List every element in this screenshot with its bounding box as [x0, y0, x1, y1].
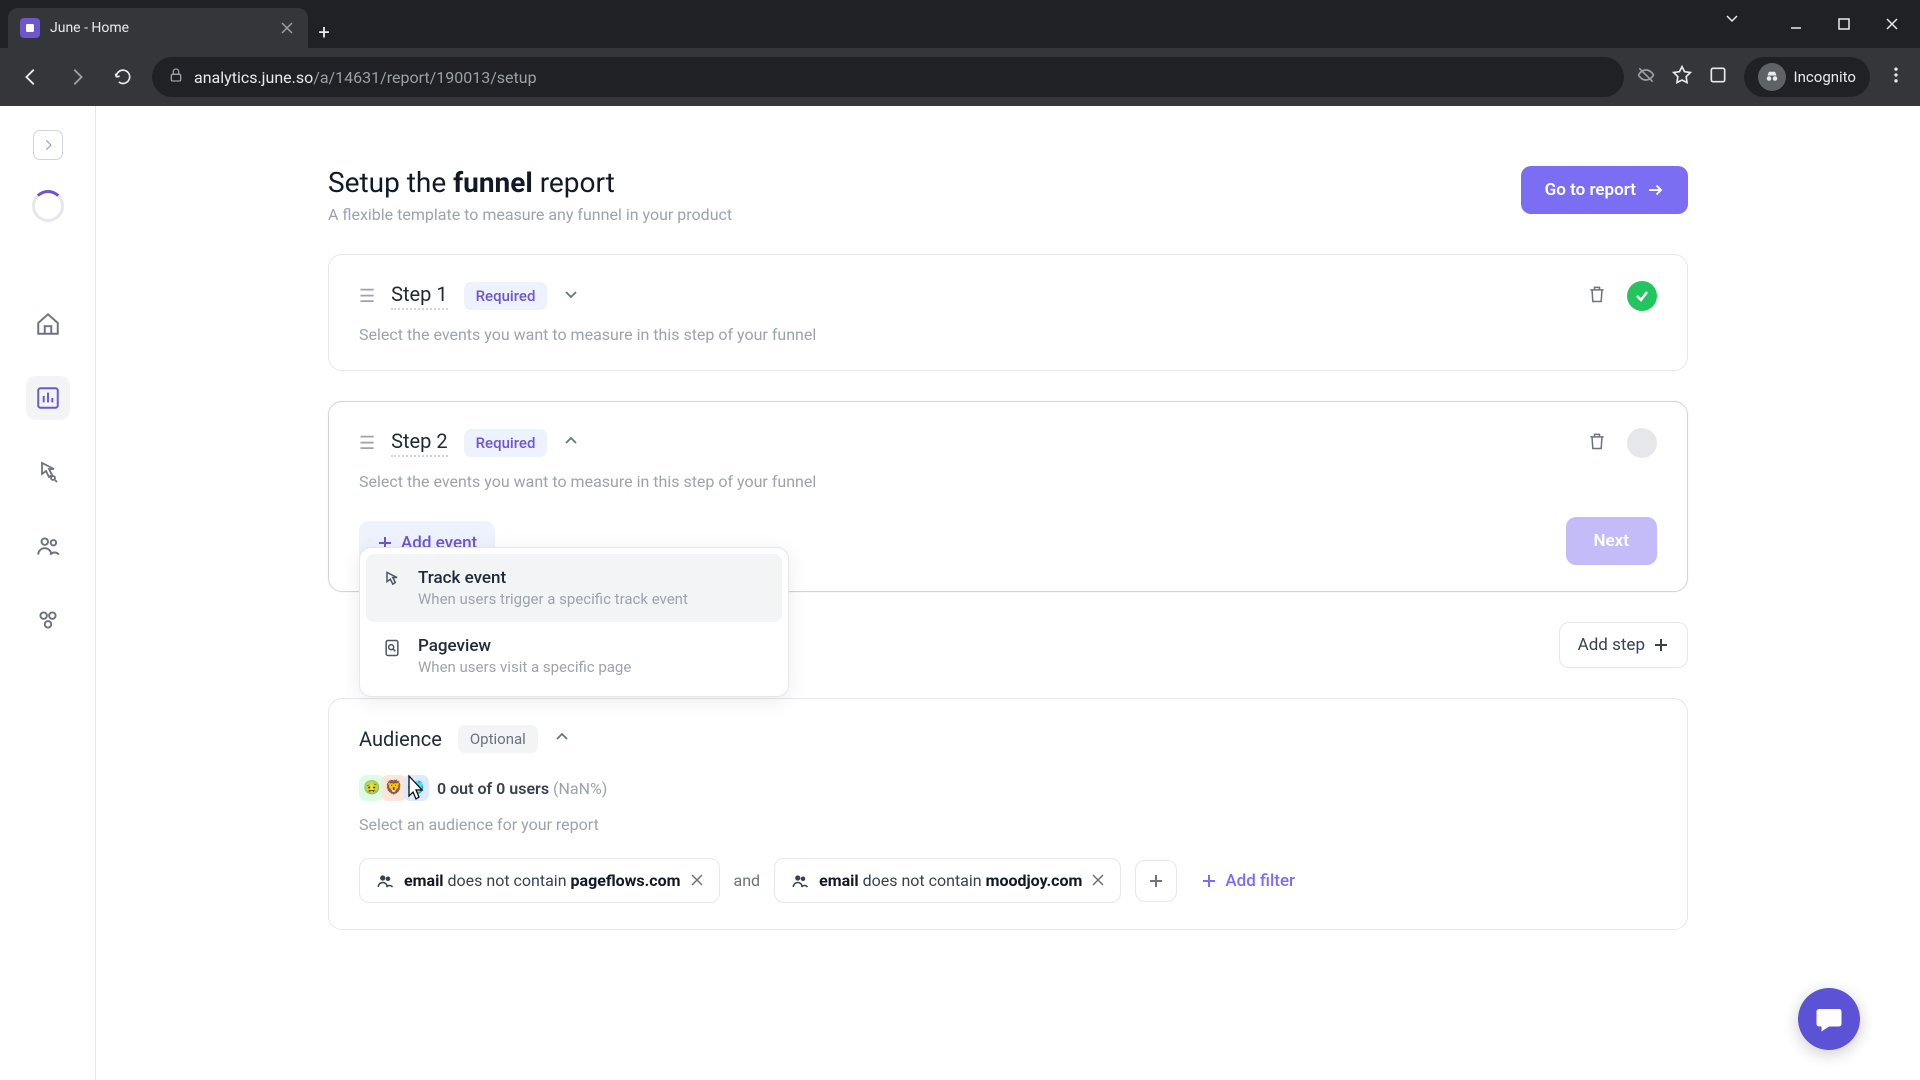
- user-icon: [791, 872, 809, 890]
- go-to-report-button[interactable]: Go to report: [1521, 166, 1688, 214]
- minimize-button[interactable]: [1776, 8, 1816, 40]
- browser-chrome: June - Home + analytics.june.so/a/14631/…: [0, 0, 1920, 106]
- status-pending-icon: [1627, 428, 1657, 458]
- chevron-up-icon[interactable]: [563, 433, 579, 453]
- dropdown-item-title: Track event: [418, 568, 688, 588]
- sidebar-item-reports[interactable]: [26, 376, 70, 420]
- event-type-dropdown: Track event When users trigger a specifi…: [359, 547, 789, 697]
- step-card-2: ☰ Step 2 Required Select the events you …: [328, 401, 1688, 592]
- step-name[interactable]: Step 1: [391, 282, 447, 310]
- browser-tab[interactable]: June - Home: [8, 8, 308, 48]
- address-bar: analytics.june.so/a/14631/report/190013/…: [0, 48, 1920, 106]
- sidebar-item-events[interactable]: [26, 450, 70, 494]
- arrow-right-icon: [1646, 181, 1664, 199]
- bookmark-icon[interactable]: [1672, 65, 1692, 89]
- new-tab-button[interactable]: +: [308, 16, 340, 48]
- filter-joiner: and: [734, 871, 761, 890]
- filters-row: email does not contain pageflows.com and…: [359, 858, 1657, 903]
- window-controls: [1776, 8, 1912, 40]
- extensions-icon[interactable]: [1708, 65, 1728, 89]
- remove-filter-icon[interactable]: [691, 871, 703, 890]
- close-window-button[interactable]: [1872, 8, 1912, 40]
- dropdown-item-description: When users trigger a specific track even…: [418, 590, 688, 608]
- audience-card: Audience Optional 🤢 🦁 🥶 0 out of 0 users…: [328, 698, 1688, 930]
- user-icon: [376, 872, 394, 890]
- plus-icon: [1653, 637, 1669, 653]
- browser-right-icons: Incognito: [1636, 57, 1906, 97]
- tab-dropdown-icon[interactable]: [1724, 10, 1740, 30]
- filter-chip[interactable]: email does not contain moodjoy.com: [774, 858, 1121, 903]
- step-card-1: ☰ Step 1 Required Select the events you …: [328, 254, 1688, 371]
- eye-off-icon[interactable]: [1636, 65, 1656, 89]
- url-text: analytics.june.so/a/14631/report/190013/…: [194, 68, 537, 87]
- status-done-icon: [1627, 281, 1657, 311]
- back-button[interactable]: [14, 60, 48, 94]
- favicon-icon: [20, 18, 40, 38]
- drag-handle-icon[interactable]: ☰: [359, 433, 375, 454]
- user-count-text: 0 out of 0 users (NaN%): [437, 779, 607, 798]
- required-badge: Required: [464, 282, 548, 310]
- incognito-badge[interactable]: Incognito: [1744, 57, 1870, 97]
- drag-handle-icon[interactable]: ☰: [359, 286, 375, 307]
- dropdown-item-title: Pageview: [418, 636, 631, 656]
- add-step-button[interactable]: Add step: [1559, 622, 1688, 668]
- chat-fab-button[interactable]: [1798, 988, 1860, 1050]
- add-filter-icon-button[interactable]: [1135, 860, 1177, 902]
- step-description: Select the events you want to measure in…: [359, 472, 1657, 491]
- incognito-label: Incognito: [1794, 68, 1856, 86]
- cursor-click-icon: [382, 570, 404, 608]
- dropdown-item-description: When users visit a specific page: [418, 658, 631, 676]
- optional-badge: Optional: [458, 725, 538, 753]
- url-field[interactable]: analytics.june.so/a/14631/report/190013/…: [152, 57, 1624, 97]
- audience-description: Select an audience for your report: [359, 815, 1657, 834]
- forward-button[interactable]: [60, 60, 94, 94]
- sidebar-toggle-button[interactable]: [33, 130, 63, 160]
- page-icon: [382, 638, 404, 676]
- avatar-icon: 🥶: [403, 775, 429, 801]
- tab-bar: June - Home +: [0, 0, 1920, 48]
- plus-icon: [1201, 873, 1217, 889]
- step-name[interactable]: Step 2: [391, 429, 447, 457]
- required-badge: Required: [464, 429, 548, 457]
- page-title: Setup the funnel report: [328, 166, 732, 199]
- maximize-button[interactable]: [1824, 8, 1864, 40]
- audience-title: Audience: [359, 727, 442, 751]
- dropdown-item-track-event[interactable]: Track event When users trigger a specifi…: [366, 554, 782, 622]
- lock-icon: [168, 67, 184, 87]
- add-filter-button[interactable]: Add filter: [1201, 871, 1295, 891]
- page-header: Setup the funnel report A flexible templ…: [328, 166, 1688, 224]
- sidebar-item-companies[interactable]: [26, 598, 70, 642]
- step-description: Select the events you want to measure in…: [359, 325, 1657, 344]
- sidebar: [0, 106, 96, 1080]
- sidebar-item-users[interactable]: [26, 524, 70, 568]
- user-avatars: 🤢 🦁 🥶: [359, 775, 425, 801]
- chevron-up-icon[interactable]: [554, 729, 570, 749]
- audience-count-row: 🤢 🦁 🥶 0 out of 0 users (NaN%): [359, 775, 1657, 801]
- incognito-icon: [1758, 63, 1786, 91]
- close-tab-icon[interactable]: [278, 19, 296, 37]
- delete-step-button[interactable]: [1587, 284, 1607, 308]
- reload-button[interactable]: [106, 60, 140, 94]
- next-button[interactable]: Next: [1566, 517, 1658, 565]
- filter-chip[interactable]: email does not contain pageflows.com: [359, 858, 720, 903]
- app: Setup the funnel report A flexible templ…: [0, 106, 1920, 1080]
- menu-icon[interactable]: [1886, 65, 1906, 89]
- remove-filter-icon[interactable]: [1092, 871, 1104, 890]
- dropdown-item-pageview[interactable]: Pageview When users visit a specific pag…: [366, 622, 782, 690]
- chat-icon: [1814, 1004, 1844, 1034]
- sidebar-item-home[interactable]: [26, 302, 70, 346]
- chevron-down-icon[interactable]: [563, 286, 579, 306]
- tab-title: June - Home: [50, 20, 268, 36]
- loading-spinner-icon: [32, 190, 64, 222]
- page-subtitle: A flexible template to measure any funne…: [328, 205, 732, 224]
- main-content: Setup the funnel report A flexible templ…: [96, 106, 1920, 1080]
- delete-step-button[interactable]: [1587, 431, 1607, 455]
